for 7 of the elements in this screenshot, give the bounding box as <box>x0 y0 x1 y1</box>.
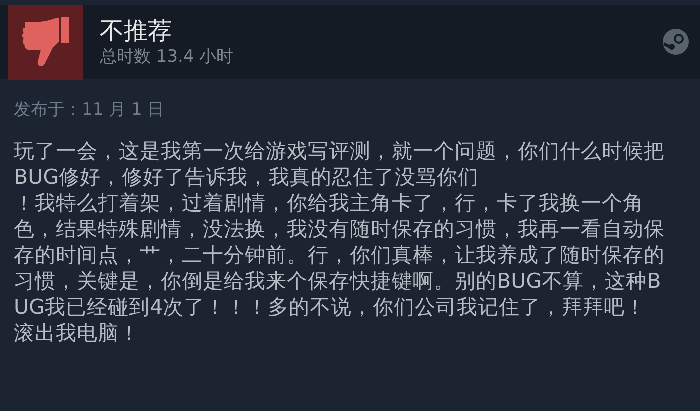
steam-logo-icon <box>662 28 690 56</box>
review-paragraph: 玩了一会，这是我第一次给游戏写评测，就一个问题，你们什么时候把BUG修好，修好了告诉我，我真的忍住了没骂你们 <box>14 138 666 190</box>
playtime-text: 总时数 13.4 小时 <box>100 46 235 68</box>
verdict-title: 不推荐 <box>100 16 173 46</box>
posted-date: 发布于：11 月 1 日 <box>14 99 165 122</box>
review-paragraph: ！我特么打着架，过着剧情，你给我主角卡了，行，卡了我换一个角色，结果特殊剧情，没法换，我没有随时保存的习惯，我再一看自动保存的时间点，艹，二十分钟前。行，你们真棒，让我养成了随时保存的习惯，关键是，你倒是给我来个保存快捷键啊。别的BUG不算，这种BUG我已经碰到4次了！！！多的不说，你们公司我记住了，拜拜吧！ <box>14 190 666 320</box>
review-paragraph: 滚出我电脑！ <box>14 320 141 346</box>
